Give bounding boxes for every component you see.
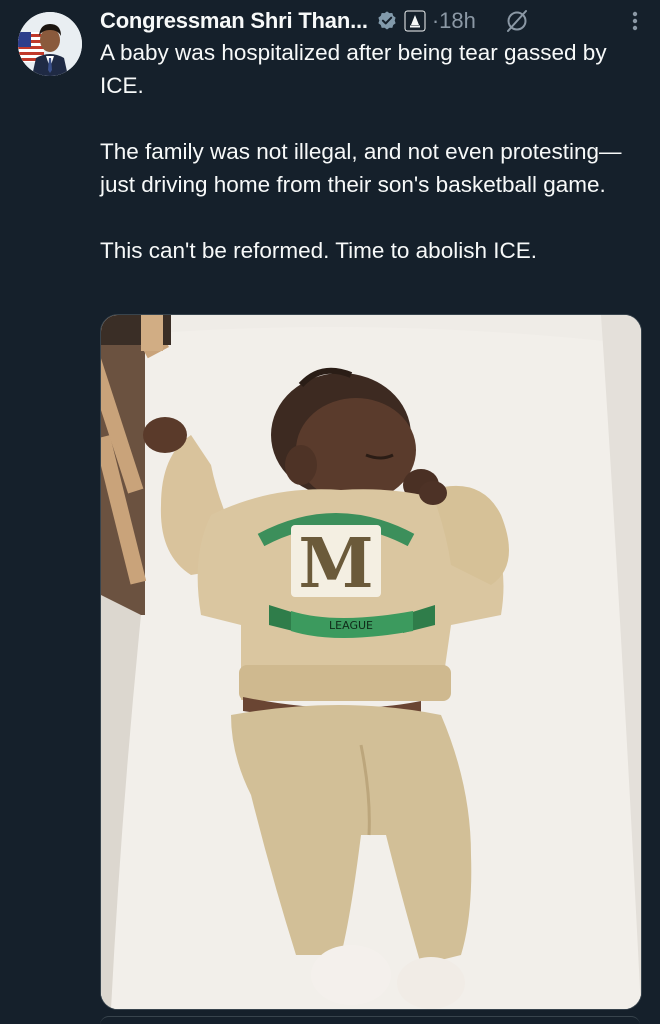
government-affiliation-icon[interactable] [404, 10, 426, 32]
timestamp-text: 18h [439, 8, 476, 33]
post-text: A baby was hospitalized after being tear… [100, 36, 648, 300]
post: Congressman Shri Than... ·18h A baby was… [0, 0, 660, 1024]
more-options-icon[interactable] [630, 8, 640, 34]
avatar-image [18, 12, 82, 76]
verified-badge-icon[interactable] [376, 10, 398, 32]
post-paragraph: The family was not illegal, and not even… [100, 139, 622, 197]
post-header: Congressman Shri Than... ·18h [100, 4, 640, 38]
next-card-edge [100, 1016, 640, 1024]
author-name[interactable]: Congressman Shri Than... [100, 8, 368, 34]
avatar[interactable] [18, 12, 82, 76]
post-paragraph: This can't be reformed. Time to abolish … [100, 238, 537, 263]
post-timestamp[interactable]: ·18h [432, 8, 476, 34]
post-image[interactable]: M LEAGUE [100, 314, 642, 1010]
baby-photo: M LEAGUE [101, 315, 641, 1009]
shirt-banner-text: LEAGUE [329, 619, 373, 632]
shirt-letter: M [298, 524, 373, 604]
post-paragraph: A baby was hospitalized after being tear… [100, 40, 607, 98]
grok-icon[interactable] [504, 8, 530, 34]
